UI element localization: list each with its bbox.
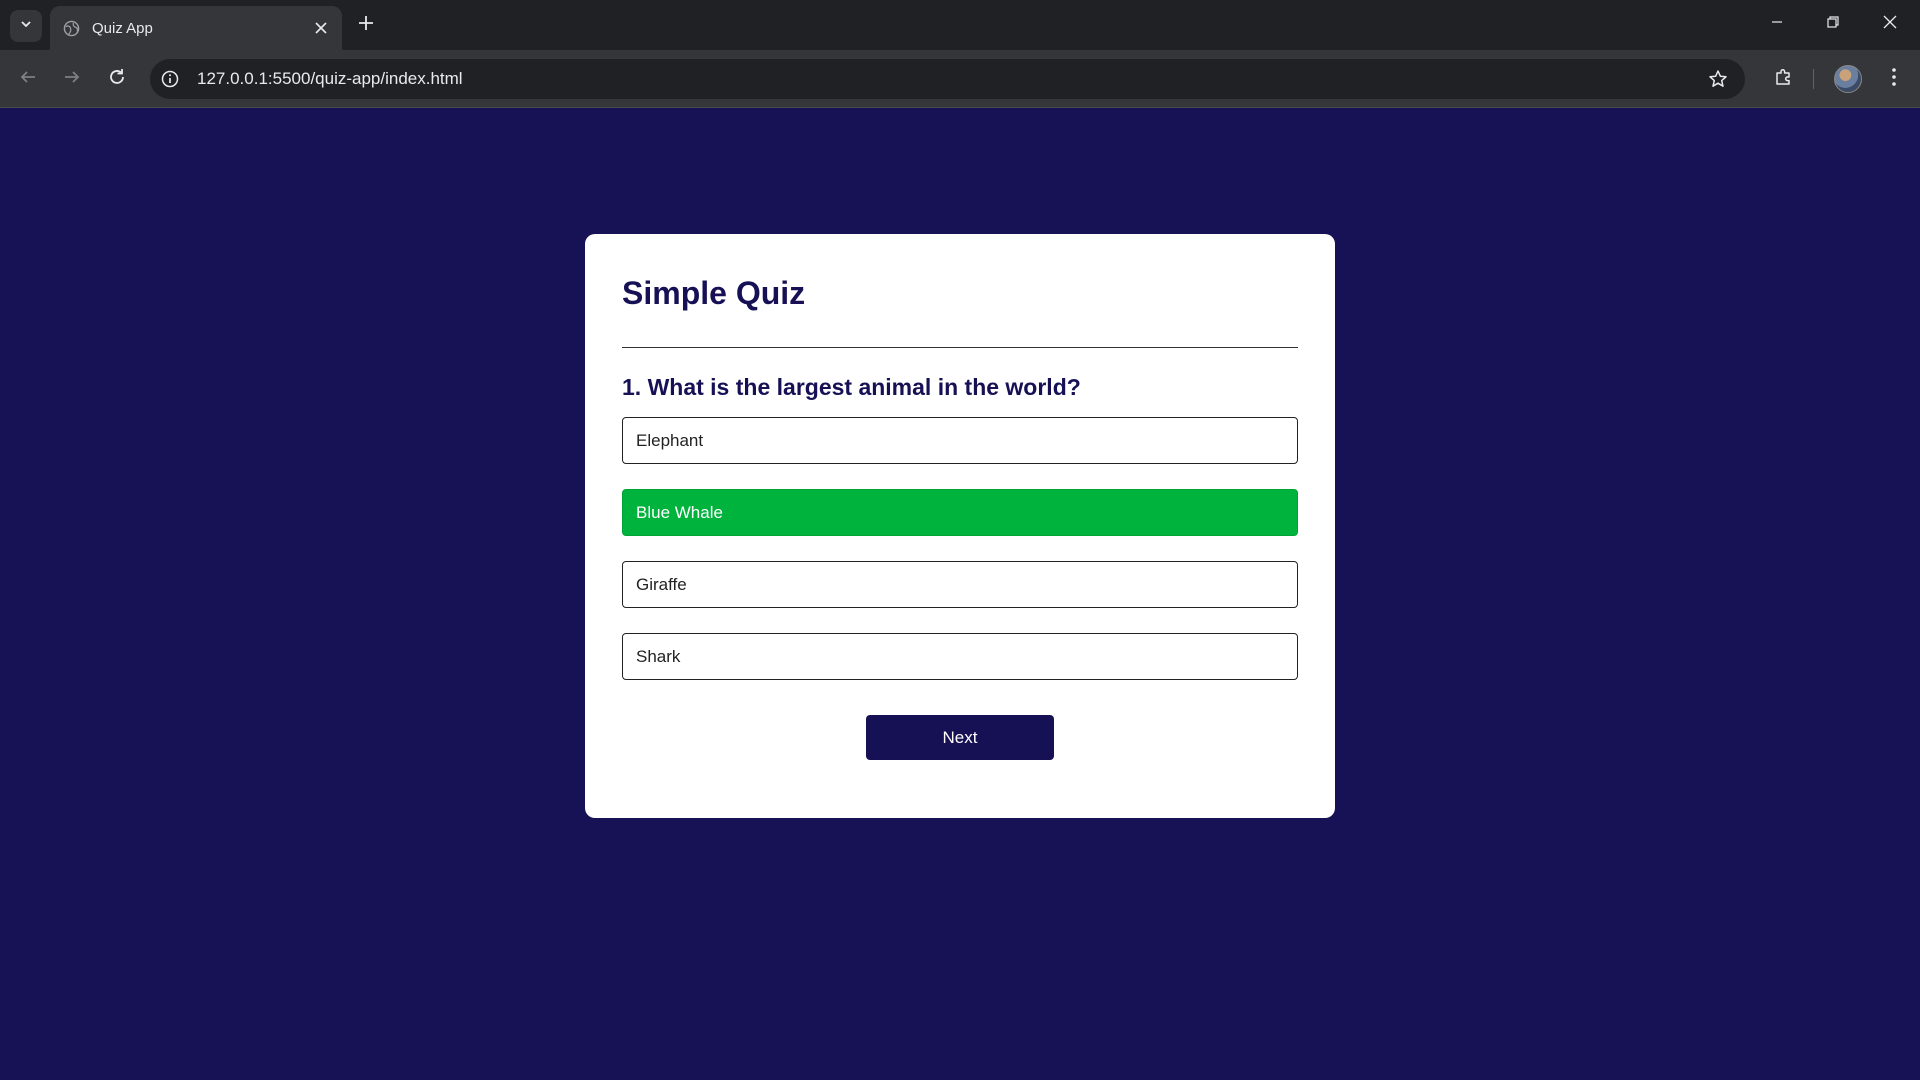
- puzzle-icon: [1774, 67, 1794, 92]
- minimize-icon: [1770, 15, 1784, 34]
- quiz-title: Simple Quiz: [622, 275, 806, 311]
- browser-tab-bar: Quiz App: [0, 0, 1920, 50]
- site-info-icon[interactable]: [160, 69, 180, 89]
- answer-list: Elephant Blue Whale Giraffe Shark: [622, 417, 1298, 680]
- restore-icon: [1826, 15, 1840, 34]
- restore-button[interactable]: [1811, 8, 1855, 40]
- globe-icon: [62, 19, 80, 37]
- reload-button[interactable]: [101, 63, 133, 95]
- chevron-down-icon: [19, 17, 33, 36]
- arrow-left-icon: [19, 68, 37, 91]
- new-tab-button[interactable]: [353, 12, 379, 38]
- tab-title: Quiz App: [92, 19, 153, 37]
- more-vert-icon: [1891, 67, 1897, 92]
- minimize-button[interactable]: [1755, 8, 1799, 40]
- url-text[interactable]: 127.0.0.1:5500/quiz-app/index.html: [197, 59, 463, 99]
- browser-tab-active[interactable]: Quiz App: [50, 6, 342, 50]
- answer-option-correct[interactable]: Blue Whale: [622, 489, 1298, 536]
- profile-avatar[interactable]: [1834, 65, 1862, 93]
- next-button[interactable]: Next: [866, 715, 1054, 760]
- answer-option[interactable]: Elephant: [622, 417, 1298, 464]
- plus-icon: [358, 15, 374, 36]
- browser-toolbar: 127.0.0.1:5500/quiz-app/index.html: [0, 50, 1920, 108]
- question-text: 1. What is the largest animal in the wor…: [622, 374, 1081, 400]
- extensions-button[interactable]: [1768, 63, 1800, 95]
- forward-button[interactable]: [56, 63, 88, 95]
- answer-option[interactable]: Giraffe: [622, 561, 1298, 608]
- back-button[interactable]: [12, 63, 44, 95]
- quiz-card: Simple Quiz 1. What is the largest anima…: [585, 234, 1335, 818]
- close-icon: [1883, 15, 1897, 34]
- title-divider: [622, 347, 1298, 348]
- reload-icon: [108, 68, 126, 91]
- address-bar[interactable]: 127.0.0.1:5500/quiz-app/index.html: [150, 59, 1745, 99]
- browser-menu-button[interactable]: [1878, 63, 1910, 95]
- close-window-button[interactable]: [1868, 8, 1912, 40]
- toolbar-divider: [1813, 69, 1814, 89]
- close-tab-icon[interactable]: [312, 19, 330, 37]
- page-viewport: Simple Quiz 1. What is the largest anima…: [0, 109, 1920, 1080]
- bookmark-star-icon[interactable]: [1707, 68, 1729, 90]
- answer-option[interactable]: Shark: [622, 633, 1298, 680]
- arrow-right-icon: [63, 68, 81, 91]
- tab-search-button[interactable]: [10, 10, 42, 42]
